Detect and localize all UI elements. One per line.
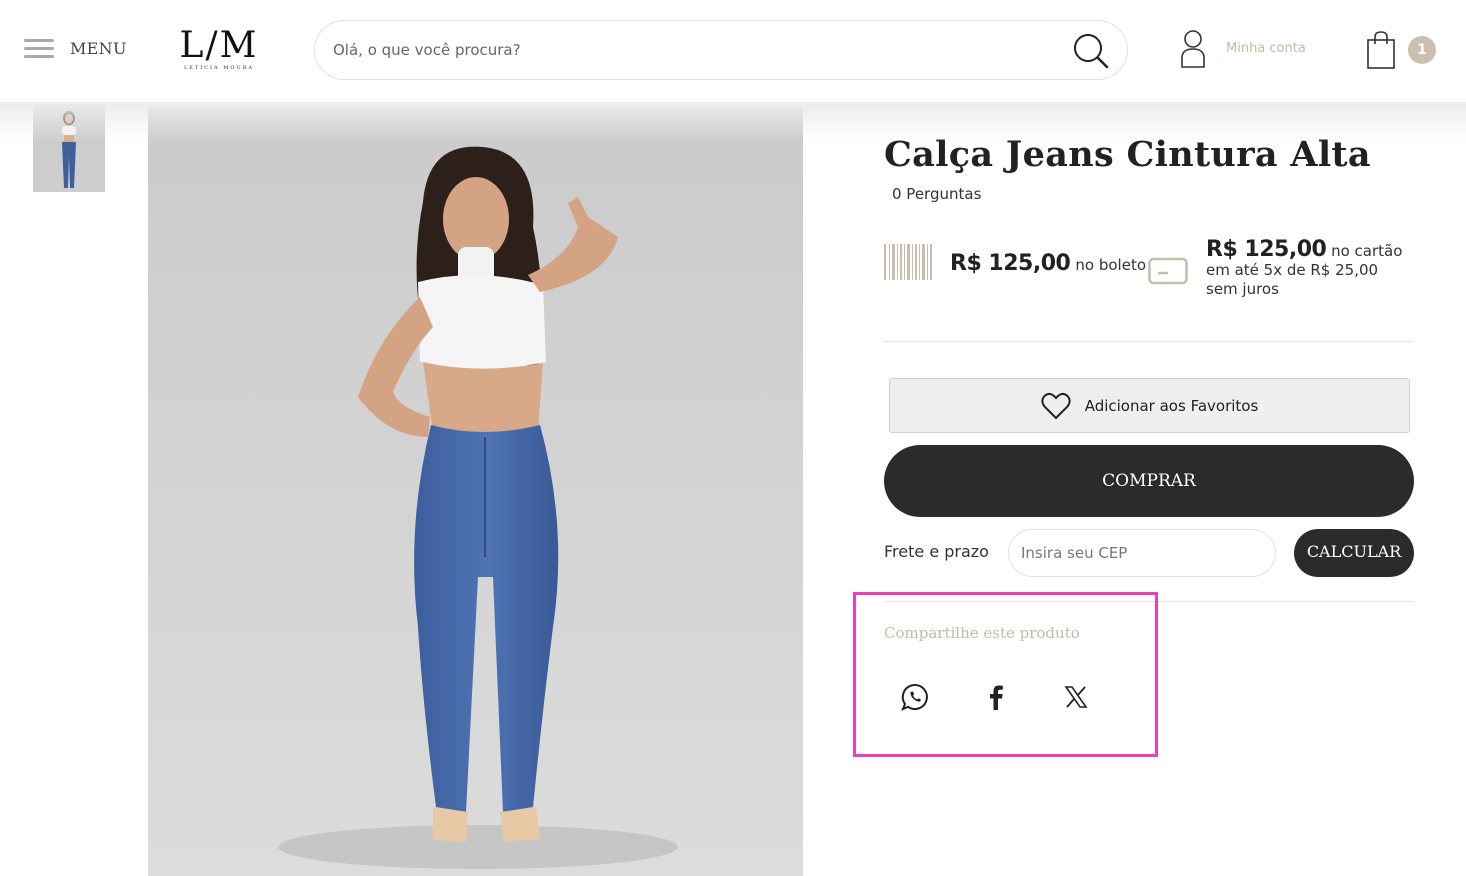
account-label: Minha conta [1226,40,1306,56]
product-main-image[interactable] [148,107,803,876]
menu-label: MENU [70,38,127,58]
logo-subtitle: LETICIA MOURA [183,65,255,71]
search-input[interactable] [333,21,1053,79]
header-shadow [0,102,1466,142]
cep-input[interactable] [1009,530,1275,576]
card-price-suffix: no cartão [1331,242,1403,260]
cep-field-wrapper [1008,529,1276,577]
card-price: R$ 125,00 no cartão em até 5x de R$ 25,0… [1206,237,1416,299]
card-interest: sem juros [1206,280,1279,298]
credit-card-icon [1148,257,1188,285]
questions-link[interactable]: 0 Perguntas [892,185,981,203]
model-photo [148,107,803,876]
search-icon[interactable] [1071,31,1111,71]
share-highlight-box [853,592,1158,757]
shopping-bag-icon[interactable] [1366,30,1396,70]
card-installments: em até 5x de R$ 25,00 [1206,261,1379,279]
user-icon [1181,30,1205,68]
boleto-price-value: R$ 125,00 [950,251,1071,276]
site-header: MENU L/M LETICIA MOURA Minha conta 1 [0,0,1466,102]
add-to-favorites-button[interactable]: Adicionar aos Favoritos [889,378,1410,433]
account-link[interactable]: Minha conta [1180,28,1306,68]
divider [884,341,1414,342]
buy-button[interactable]: COMPRAR [884,445,1414,517]
shipping-label: Frete e prazo [884,542,989,561]
logo-mark: L/M [179,25,259,66]
heart-icon [1041,392,1071,419]
facebook-icon[interactable] [981,682,1011,712]
cart-count-badge[interactable]: 1 [1408,36,1436,64]
x-twitter-icon[interactable] [1061,682,1091,712]
boleto-price-suffix: no boleto [1075,256,1147,274]
boleto-price: R$ 125,00 no boleto [950,251,1146,276]
brand-logo[interactable]: L/M LETICIA MOURA [176,28,262,74]
calculate-shipping-button[interactable]: CALCULAR [1294,529,1414,577]
hamburger-icon [24,37,54,59]
search-bar [314,20,1128,80]
menu-button[interactable]: MENU [24,37,127,59]
barcode-icon [884,244,932,280]
whatsapp-icon[interactable] [900,682,930,712]
card-price-value: R$ 125,00 [1206,237,1327,262]
favorites-label: Adicionar aos Favoritos [1084,396,1259,415]
share-title: Compartilhe este produto [884,624,1080,642]
